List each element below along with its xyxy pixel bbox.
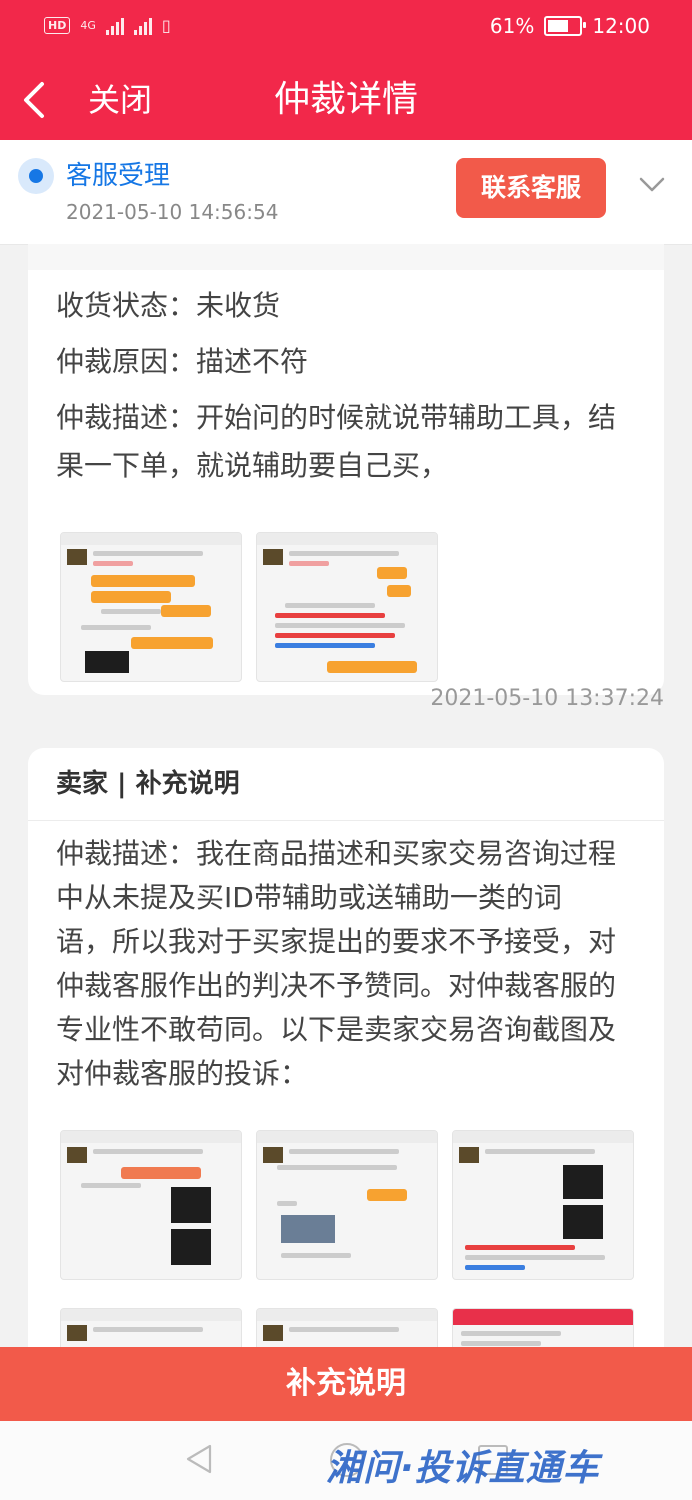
screenshot-thumbnail[interactable] (256, 532, 438, 682)
app-header: HD 4G ▯ 61% 12:00 关闭 仲裁详情 (0, 0, 692, 140)
seller-supplement-card: 卖家 | 补充说明 仲裁描述：我在商品描述和买家交易咨询过程中从未提及买ID带辅… (28, 748, 664, 1368)
divider (28, 820, 664, 821)
screenshot-thumbnail[interactable] (60, 532, 242, 682)
network-type: 4G (80, 19, 96, 32)
status-stage: 客服受理 (66, 161, 171, 191)
screenshot-thumbnail[interactable] (60, 1130, 242, 1280)
system-nav-bar: 湘问·投诉直通车 (0, 1421, 692, 1500)
battery-percent: 61% (489, 14, 535, 38)
status-time: 2021-05-10 14:56:54 (66, 200, 279, 224)
buyer-arbitration-card: 收货状态：未收货 仲裁原因：描述不符 仲裁描述：开始问的时候就说带辅助工具，结果… (28, 244, 664, 695)
buyer-timestamp: 2021-05-10 13:37:24 (430, 686, 664, 711)
signal-icon-2 (133, 17, 152, 35)
clock: 12:00 (592, 14, 650, 38)
hd-badge: HD (44, 17, 71, 34)
nav-bar: 关闭 仲裁详情 (0, 60, 692, 140)
battery-icon (544, 16, 587, 36)
chevron-down-icon[interactable] (638, 170, 666, 198)
screenshot-thumbnail[interactable] (452, 1130, 634, 1280)
watermark: 湘问·投诉直通车 (326, 1448, 600, 1489)
network-indicators: HD 4G ▯ (44, 16, 171, 35)
contact-service-button[interactable]: 联系客服 (456, 158, 606, 218)
receipt-status: 收货状态：未收货 (56, 289, 281, 322)
vibrate-icon: ▯ (161, 16, 171, 35)
page-title: 仲裁详情 (273, 79, 418, 120)
nav-back-icon[interactable] (184, 1443, 214, 1475)
buyer-screenshots (60, 532, 438, 682)
status-bar: HD 4G ▯ 61% 12:00 (0, 0, 692, 60)
arbitration-description: 仲裁描述：开始问的时候就说带辅助工具，结果一下单，就说辅助要自己买， (56, 401, 617, 482)
screenshot-thumbnail[interactable] (256, 1130, 438, 1280)
add-supplement-button[interactable]: 补充说明 (0, 1347, 692, 1421)
seller-screenshots-row1 (60, 1130, 634, 1280)
signal-icon (105, 17, 124, 35)
battery-level (548, 20, 569, 32)
status-dot-icon (18, 158, 54, 194)
arbitration-reason: 仲裁原因：描述不符 (56, 345, 309, 378)
seller-description: 仲裁描述：我在商品描述和买家交易咨询过程中从未提及买ID带辅助或送辅助一类的词语… (56, 837, 617, 1090)
arbitration-status-bar: 客服受理 2021-05-10 14:56:54 联系客服 (0, 140, 692, 245)
status-right: 61% 12:00 (490, 14, 650, 38)
seller-card-header: 卖家 | 补充说明 (56, 769, 240, 799)
